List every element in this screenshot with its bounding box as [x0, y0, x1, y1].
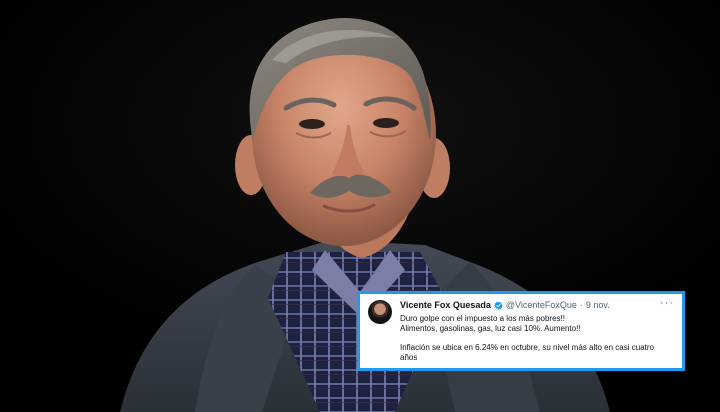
- tweet-header: Vicente Fox Quesada @VicenteFoxQue · 9 n…: [400, 300, 674, 311]
- tweet-line: Duro golpe con el impuesto a los más pob…: [400, 314, 565, 323]
- verified-badge-icon: [494, 301, 503, 310]
- tweet-date[interactable]: 9 nov.: [586, 300, 610, 311]
- tweet-line: Alimentos, gasolinas, gas, luz casi 10%.…: [400, 324, 581, 333]
- tweet-card: Vicente Fox Quesada @VicenteFoxQue · 9 n…: [360, 294, 682, 368]
- screenshot-stage: Vicente Fox Quesada @VicenteFoxQue · 9 n…: [0, 0, 720, 412]
- author-name[interactable]: Vicente Fox Quesada: [400, 300, 491, 311]
- tweet-screenshot: Vicente Fox Quesada @VicenteFoxQue · 9 n…: [357, 291, 685, 371]
- avatar[interactable]: [368, 300, 392, 324]
- tweet-quote-line: años: [400, 353, 418, 362]
- more-horizontal-icon[interactable]: ···: [660, 298, 674, 309]
- tweet-body: Duro golpe con el impuesto a los más pob…: [400, 314, 674, 363]
- separator-dot: ·: [579, 300, 583, 310]
- author-handle[interactable]: @VicenteFoxQue: [506, 300, 577, 311]
- tweet-quote-line: Inflación se ubica en 6.24% en octubre, …: [400, 343, 654, 352]
